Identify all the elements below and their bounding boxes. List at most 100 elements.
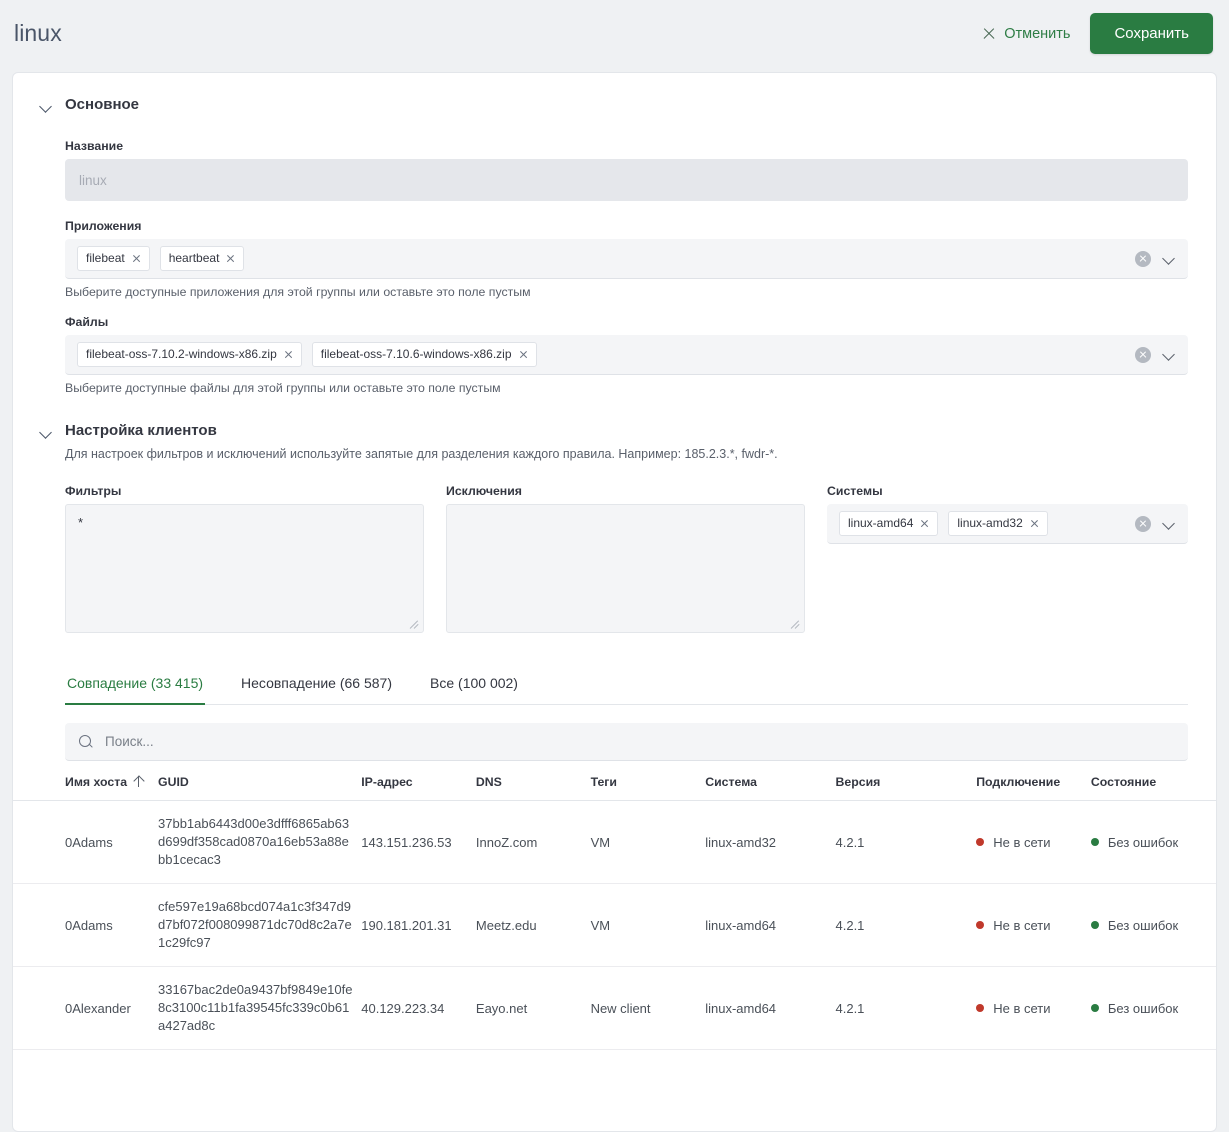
tab-all[interactable]: Все (100 002)	[428, 665, 520, 704]
cancel-button[interactable]: Отменить	[976, 18, 1076, 50]
clients-config-columns: Фильтры * Исключения Системы linux-amd64…	[13, 484, 1216, 633]
files-combobox-actions	[1135, 346, 1176, 363]
search-placeholder: Поиск...	[105, 734, 154, 749]
chevron-down-icon[interactable]	[39, 424, 55, 440]
clear-icon[interactable]	[1135, 250, 1151, 267]
section-clients-description: Для настроек фильтров и исключений испол…	[65, 447, 778, 461]
remove-chip-icon[interactable]	[920, 519, 929, 528]
column-header-guid[interactable]: GUID	[158, 775, 362, 801]
connection-status-dot	[976, 921, 985, 930]
exclusions-textarea[interactable]	[446, 504, 805, 633]
chevron-down-icon[interactable]	[39, 98, 55, 114]
form-card: Основное Название linux Приложения fileb…	[12, 72, 1217, 1132]
section-clients-title: Настройка клиентов	[65, 422, 217, 439]
cell-dns: Meetz.edu	[475, 883, 591, 967]
files-label: Файлы	[65, 315, 109, 329]
connection-status-label: Не в сети	[993, 834, 1051, 850]
name-input[interactable]: linux	[65, 159, 1188, 201]
chevron-down-icon[interactable]	[1163, 252, 1176, 265]
column-header-host[interactable]: Имя хоста	[13, 775, 158, 801]
systems-combobox-actions	[1135, 515, 1176, 532]
cell-connection: Не в сети	[976, 800, 1091, 884]
cell-state: Без ошибок	[1090, 883, 1216, 967]
cell-version: 4.2.1	[835, 800, 977, 884]
save-button[interactable]: Сохранить	[1090, 13, 1213, 54]
column-header-dns[interactable]: DNS	[475, 775, 591, 801]
field-name: Название linux	[13, 139, 1216, 201]
state-status-dot	[1090, 921, 1099, 930]
cell-connection: Не в сети	[976, 966, 1091, 1050]
cancel-button-label: Отменить	[1004, 25, 1071, 42]
file-chip[interactable]: filebeat-oss-7.10.6-windows-x86.zip	[311, 342, 537, 367]
table-row[interactable]: 0Adams 37bb1ab6443d00e3dfff6865ab63d699d…	[13, 800, 1216, 884]
search-input[interactable]: Поиск...	[65, 723, 1188, 761]
field-exclusions: Исключения	[446, 484, 805, 633]
files-combobox[interactable]: filebeat-oss-7.10.2-windows-x86.zip file…	[65, 335, 1188, 375]
table-row[interactable]: 0Alexander 33167bac2de0a9437bf9849e10fe8…	[13, 966, 1216, 1050]
state-status-label: Без ошибок	[1107, 1000, 1179, 1016]
column-header-connection[interactable]: Подключение	[976, 775, 1091, 801]
cell-system: linux-amd32	[705, 800, 836, 884]
apps-combobox-actions	[1135, 250, 1176, 267]
connection-status-label: Не в сети	[993, 917, 1051, 933]
chevron-down-icon[interactable]	[1163, 517, 1176, 530]
remove-chip-icon[interactable]	[1030, 519, 1039, 528]
files-hint: Выберите доступные файлы для этой группы…	[65, 381, 501, 395]
systems-combobox[interactable]: linux-amd64 linux-amd32	[827, 504, 1188, 544]
exclusions-label: Исключения	[446, 484, 522, 498]
filters-textarea[interactable]: *	[65, 504, 424, 633]
table-header: Имя хоста GUID IP-адрес DNS Теги Система…	[13, 775, 1216, 801]
remove-chip-icon[interactable]	[226, 254, 235, 263]
search-area: Поиск...	[13, 705, 1216, 761]
system-chip[interactable]: linux-amd32	[948, 511, 1048, 536]
column-header-state[interactable]: Состояние	[1090, 775, 1216, 801]
table-row[interactable]: 0Adams cfe597e19a68bcd074a1c3f347d9d7bf0…	[13, 883, 1216, 967]
system-chip[interactable]: linux-amd64	[839, 511, 939, 536]
section-general-header[interactable]: Основное	[13, 73, 1216, 115]
close-icon	[982, 27, 996, 41]
result-tabs: Совпадение (33 415) Несовпадение (66 587…	[65, 665, 1188, 705]
clear-icon[interactable]	[1135, 515, 1151, 532]
remove-chip-icon[interactable]	[519, 350, 528, 359]
cell-ip: 190.181.201.31	[361, 883, 476, 967]
cell-ip: 143.151.236.53	[361, 800, 476, 884]
systems-label: Системы	[827, 484, 883, 498]
column-header-version[interactable]: Версия	[835, 775, 977, 801]
remove-chip-icon[interactable]	[284, 350, 293, 359]
apps-combobox[interactable]: filebeat heartbeat	[65, 239, 1188, 279]
column-header-system[interactable]: Система	[705, 775, 836, 801]
system-chip-label: linux-amd32	[957, 516, 1023, 530]
cell-system: linux-amd64	[705, 966, 836, 1050]
remove-chip-icon[interactable]	[132, 254, 141, 263]
cell-dns: Eayo.net	[475, 966, 591, 1050]
file-chip[interactable]: filebeat-oss-7.10.2-windows-x86.zip	[77, 342, 302, 367]
chevron-down-icon[interactable]	[1163, 348, 1176, 361]
column-header-ip[interactable]: IP-адрес	[361, 775, 476, 801]
cell-state: Без ошибок	[1090, 966, 1216, 1050]
app-chip-label: filebeat	[86, 251, 125, 265]
sort-asc-icon[interactable]	[133, 776, 144, 787]
table-header-row: Имя хоста GUID IP-адрес DNS Теги Система…	[13, 775, 1216, 801]
clients-table: Имя хоста GUID IP-адрес DNS Теги Система…	[13, 775, 1216, 1050]
resize-handle[interactable]	[792, 620, 802, 630]
state-status-dot	[1090, 1004, 1099, 1013]
file-chip-label: filebeat-oss-7.10.2-windows-x86.zip	[86, 347, 277, 361]
cell-tags: VM	[590, 800, 706, 884]
app-chip[interactable]: heartbeat	[159, 246, 245, 271]
state-status-dot	[1090, 838, 1099, 847]
state-status-label: Без ошибок	[1107, 834, 1179, 850]
field-apps: Приложения filebeat heartbeat Выберите д…	[13, 219, 1216, 299]
cell-host: 0Alexander	[13, 966, 158, 1050]
column-header-host-label: Имя хоста	[65, 775, 128, 789]
clear-icon[interactable]	[1135, 346, 1151, 363]
state-status-label: Без ошибок	[1107, 917, 1179, 933]
cell-guid: cfe597e19a68bcd074a1c3f347d9d7bf072f0080…	[158, 883, 362, 967]
cell-guid: 37bb1ab6443d00e3dfff6865ab63d699df358cad…	[158, 800, 362, 884]
tab-not-matching[interactable]: Несовпадение (66 587)	[239, 665, 394, 704]
resize-handle[interactable]	[411, 620, 421, 630]
cell-host: 0Adams	[13, 883, 158, 967]
tab-matching[interactable]: Совпадение (33 415)	[65, 665, 206, 705]
app-chip[interactable]: filebeat	[77, 246, 150, 271]
column-header-tags[interactable]: Теги	[590, 775, 706, 801]
section-clients-header[interactable]: Настройка клиентов Для настроек фильтров…	[13, 395, 1216, 462]
